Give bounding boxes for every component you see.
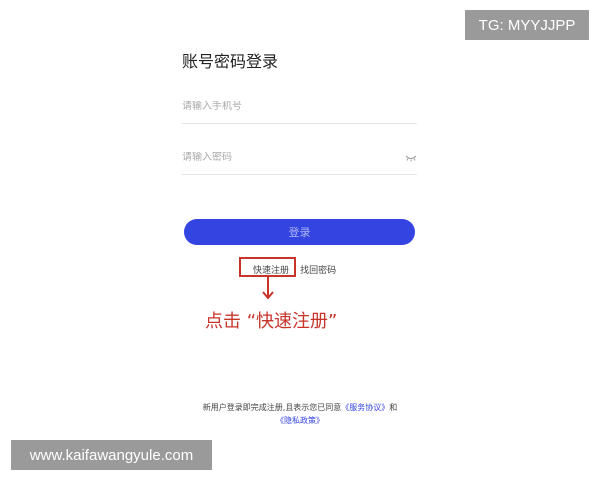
recover-password-link[interactable]: 找回密码 — [300, 263, 336, 276]
phone-input[interactable] — [182, 101, 382, 112]
watermark: www.kaifawangyule.com — [11, 440, 212, 470]
phone-field[interactable] — [182, 93, 417, 124]
arrow-down-icon — [262, 277, 274, 300]
highlight-box — [239, 257, 296, 277]
footer-and: 和 — [389, 403, 398, 412]
service-agreement-link[interactable]: 《服务协议》 — [341, 403, 389, 412]
login-button[interactable]: 登录 — [184, 219, 415, 245]
footer-text: 新用户登录即完成注册,且表示您已同意 — [202, 403, 342, 412]
footer-terms: 新用户登录即完成注册,且表示您已同意《服务协议》和 《隐私政策》 — [186, 401, 414, 427]
annotation-text: 点击 “快速注册” — [205, 311, 338, 332]
page-title: 账号密码登录 — [182, 52, 279, 71]
password-input[interactable] — [182, 152, 382, 163]
password-field[interactable] — [182, 144, 417, 175]
eye-closed-icon[interactable] — [405, 153, 417, 163]
tg-badge: TG: MYYJJPP — [465, 10, 589, 40]
privacy-policy-link[interactable]: 《隐私政策》 — [276, 416, 324, 425]
